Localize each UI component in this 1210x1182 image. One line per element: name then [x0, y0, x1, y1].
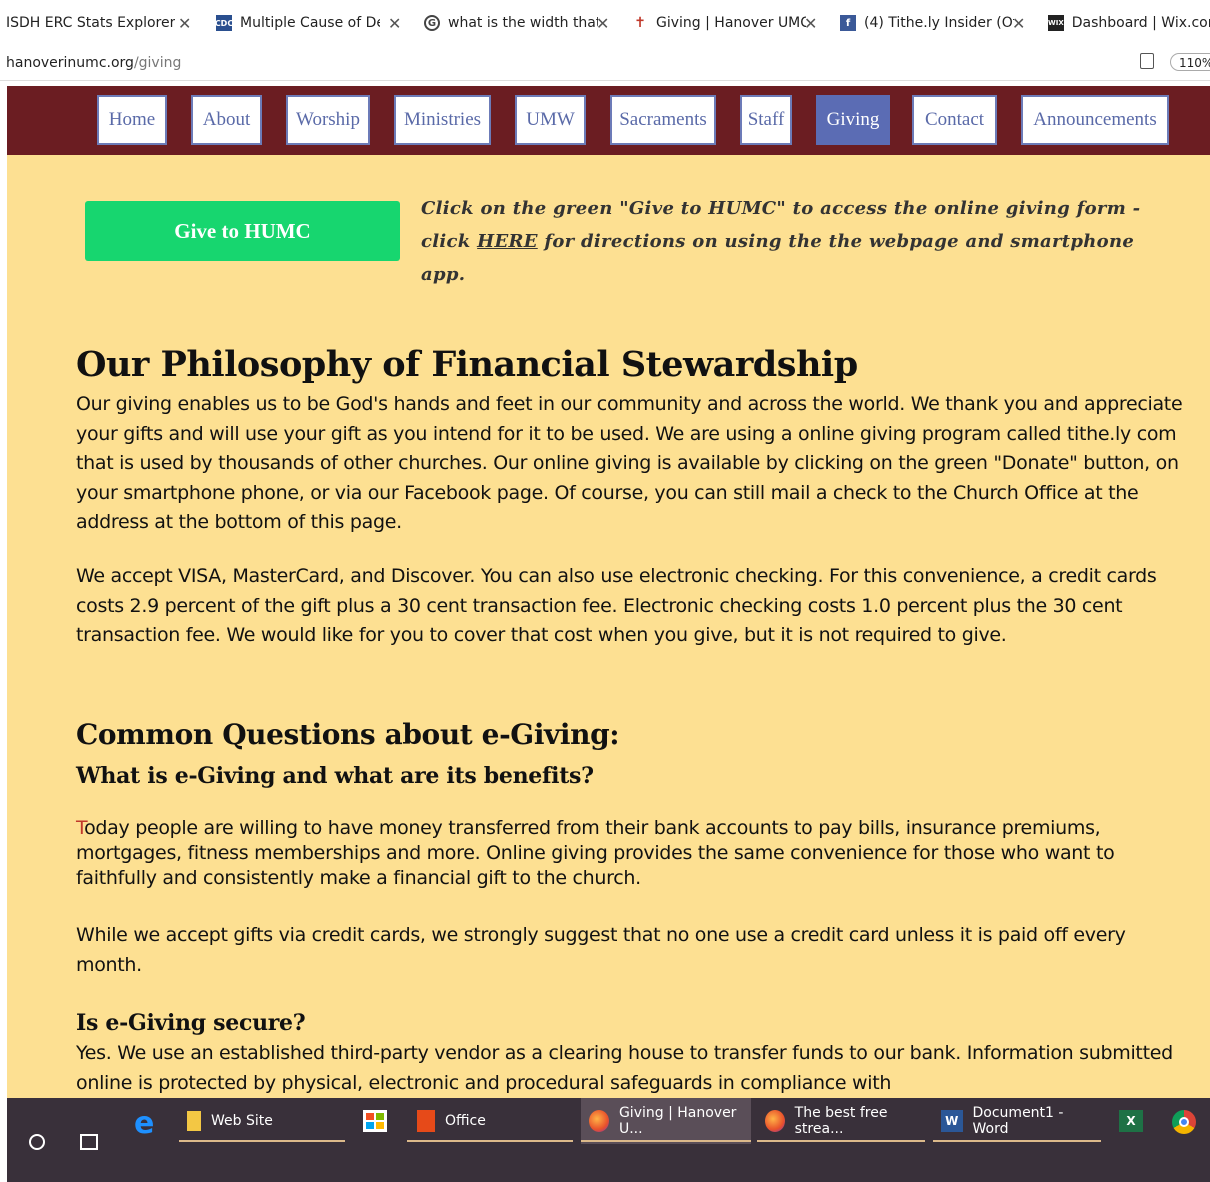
- taskbar-office[interactable]: Office: [407, 1098, 573, 1144]
- nav-about[interactable]: About: [191, 95, 262, 145]
- questions-heading: Common Questions about e-Giving:: [76, 718, 620, 751]
- excel-icon[interactable]: X: [1119, 1110, 1143, 1132]
- tab-cdc[interactable]: CDC Multiple Cause of Death ✕: [208, 6, 408, 40]
- url-path: /giving: [133, 55, 182, 71]
- browser-tab-bar: ISDH ERC Stats Explorer ✕ CDC Multiple C…: [0, 0, 1210, 46]
- nav-home[interactable]: Home: [97, 95, 167, 145]
- tab-title: Dashboard | Wix.com: [1071, 15, 1210, 31]
- question-2-paragraph-1: Yes. We use an established third-party v…: [76, 1042, 1173, 1094]
- give-to-humc-button[interactable]: Give to HUMC: [85, 201, 400, 261]
- nav-contact[interactable]: Contact: [912, 95, 997, 145]
- office-icon: [417, 1110, 435, 1132]
- intro-text: Click on the green "Give to HUMC" to acc…: [421, 192, 1181, 291]
- philosophy-paragraph-1: Our giving enables us to be God's hands …: [76, 393, 1183, 533]
- taskbar-label: Office: [445, 1113, 486, 1129]
- taskbar: e Web Site Office Giving | Hanover U... …: [7, 1098, 1210, 1182]
- question-1-heading: What is e-Giving and what are its benefi…: [76, 763, 594, 789]
- running-indicator: [179, 1140, 345, 1142]
- question-1-text: oday people are willing to have money tr…: [76, 817, 1115, 889]
- tab-google[interactable]: G what is the width that th ✕: [416, 6, 616, 40]
- reader-view-icon[interactable]: [1140, 53, 1154, 69]
- tab-wix[interactable]: WIX Dashboard | Wix.com: [1040, 6, 1210, 40]
- close-tab-icon[interactable]: ✕: [1012, 14, 1025, 33]
- site-nav: Home About Worship Ministries UMW Sacram…: [7, 86, 1210, 155]
- tab-tithely[interactable]: f (4) Tithe.ly Insider (Offic ✕: [832, 6, 1036, 40]
- google-icon: G: [424, 15, 440, 31]
- running-indicator: [407, 1140, 573, 1142]
- taskbar-label: The best free strea...: [794, 1105, 888, 1137]
- running-indicator: [933, 1140, 1101, 1142]
- taskbar-web-site[interactable]: Web Site: [179, 1098, 345, 1144]
- taskbar-label: Web Site: [211, 1113, 273, 1129]
- close-tab-icon[interactable]: ✕: [388, 14, 401, 33]
- tab-giving-hanover[interactable]: ✝ Giving | Hanover UMC ✕: [624, 6, 828, 40]
- nav-staff[interactable]: Staff: [740, 95, 792, 145]
- cdc-icon: CDC: [215, 15, 233, 31]
- taskbar-free-stream[interactable]: The best free strea...: [757, 1098, 925, 1144]
- wix-icon: WIX: [1048, 15, 1064, 31]
- taskbar-word[interactable]: W Document1 - Word: [933, 1098, 1101, 1144]
- tab-title: what is the width that th: [448, 15, 598, 31]
- close-tab-icon[interactable]: ✕: [178, 14, 191, 33]
- philosophy-heading: Our Philosophy of Financial Stewardship: [76, 344, 858, 385]
- drop-letter: T: [76, 817, 85, 839]
- zoom-level[interactable]: 110%: [1170, 53, 1210, 71]
- firefox-icon: [589, 1110, 609, 1132]
- firefox-icon: [765, 1110, 785, 1132]
- word-icon: W: [941, 1110, 963, 1132]
- nav-sacraments[interactable]: Sacraments: [610, 95, 716, 145]
- taskbar-giving-hanover[interactable]: Giving | Hanover U...: [581, 1098, 751, 1144]
- tab-title: ISDH ERC Stats Explorer: [6, 15, 176, 31]
- task-view-icon[interactable]: [80, 1134, 98, 1150]
- store-icon[interactable]: [363, 1110, 387, 1132]
- facebook-icon: f: [840, 15, 856, 31]
- tab-title: Giving | Hanover UMC: [656, 15, 806, 31]
- tab-isdh[interactable]: ISDH ERC Stats Explorer ✕: [0, 6, 200, 40]
- close-tab-icon[interactable]: ✕: [596, 14, 609, 33]
- nav-worship[interactable]: Worship: [286, 95, 370, 145]
- taskbar-label: Document1 - Word: [972, 1105, 1064, 1137]
- question-1-paragraph-1: Today people are willing to have money t…: [76, 816, 1196, 891]
- running-indicator: [581, 1140, 751, 1142]
- tab-title: Multiple Cause of Death: [240, 15, 380, 31]
- nav-umw[interactable]: UMW: [515, 95, 586, 145]
- taskbar-label: Giving | Hanover U...: [618, 1105, 737, 1137]
- nav-ministries[interactable]: Ministries: [394, 95, 491, 145]
- close-tab-icon[interactable]: ✕: [804, 14, 817, 33]
- url-field[interactable]: hanoverinumc.org/giving: [6, 55, 181, 71]
- question-1-paragraph-2: While we accept gifts via credit cards, …: [76, 924, 1126, 976]
- edge-icon[interactable]: e: [134, 1106, 154, 1141]
- running-indicator: [757, 1140, 925, 1142]
- address-bar: hanoverinumc.org/giving 110%: [0, 46, 1210, 81]
- tab-title: (4) Tithe.ly Insider (Offic: [864, 15, 1014, 31]
- folder-icon: [187, 1111, 201, 1131]
- web-page: Home About Worship Ministries UMW Sacram…: [7, 86, 1210, 1098]
- url-domain: hanoverinumc.org: [6, 55, 134, 71]
- here-link[interactable]: HERE: [477, 231, 538, 252]
- chrome-icon[interactable]: [1172, 1110, 1196, 1134]
- search-circle-icon[interactable]: [29, 1134, 45, 1150]
- question-2-heading: Is e-Giving secure?: [76, 1010, 306, 1036]
- umc-cross-icon: ✝: [634, 15, 646, 31]
- nav-announcements[interactable]: Announcements: [1021, 95, 1169, 145]
- nav-giving[interactable]: Giving: [816, 95, 890, 145]
- philosophy-paragraph-2: We accept VISA, MasterCard, and Discover…: [76, 565, 1157, 646]
